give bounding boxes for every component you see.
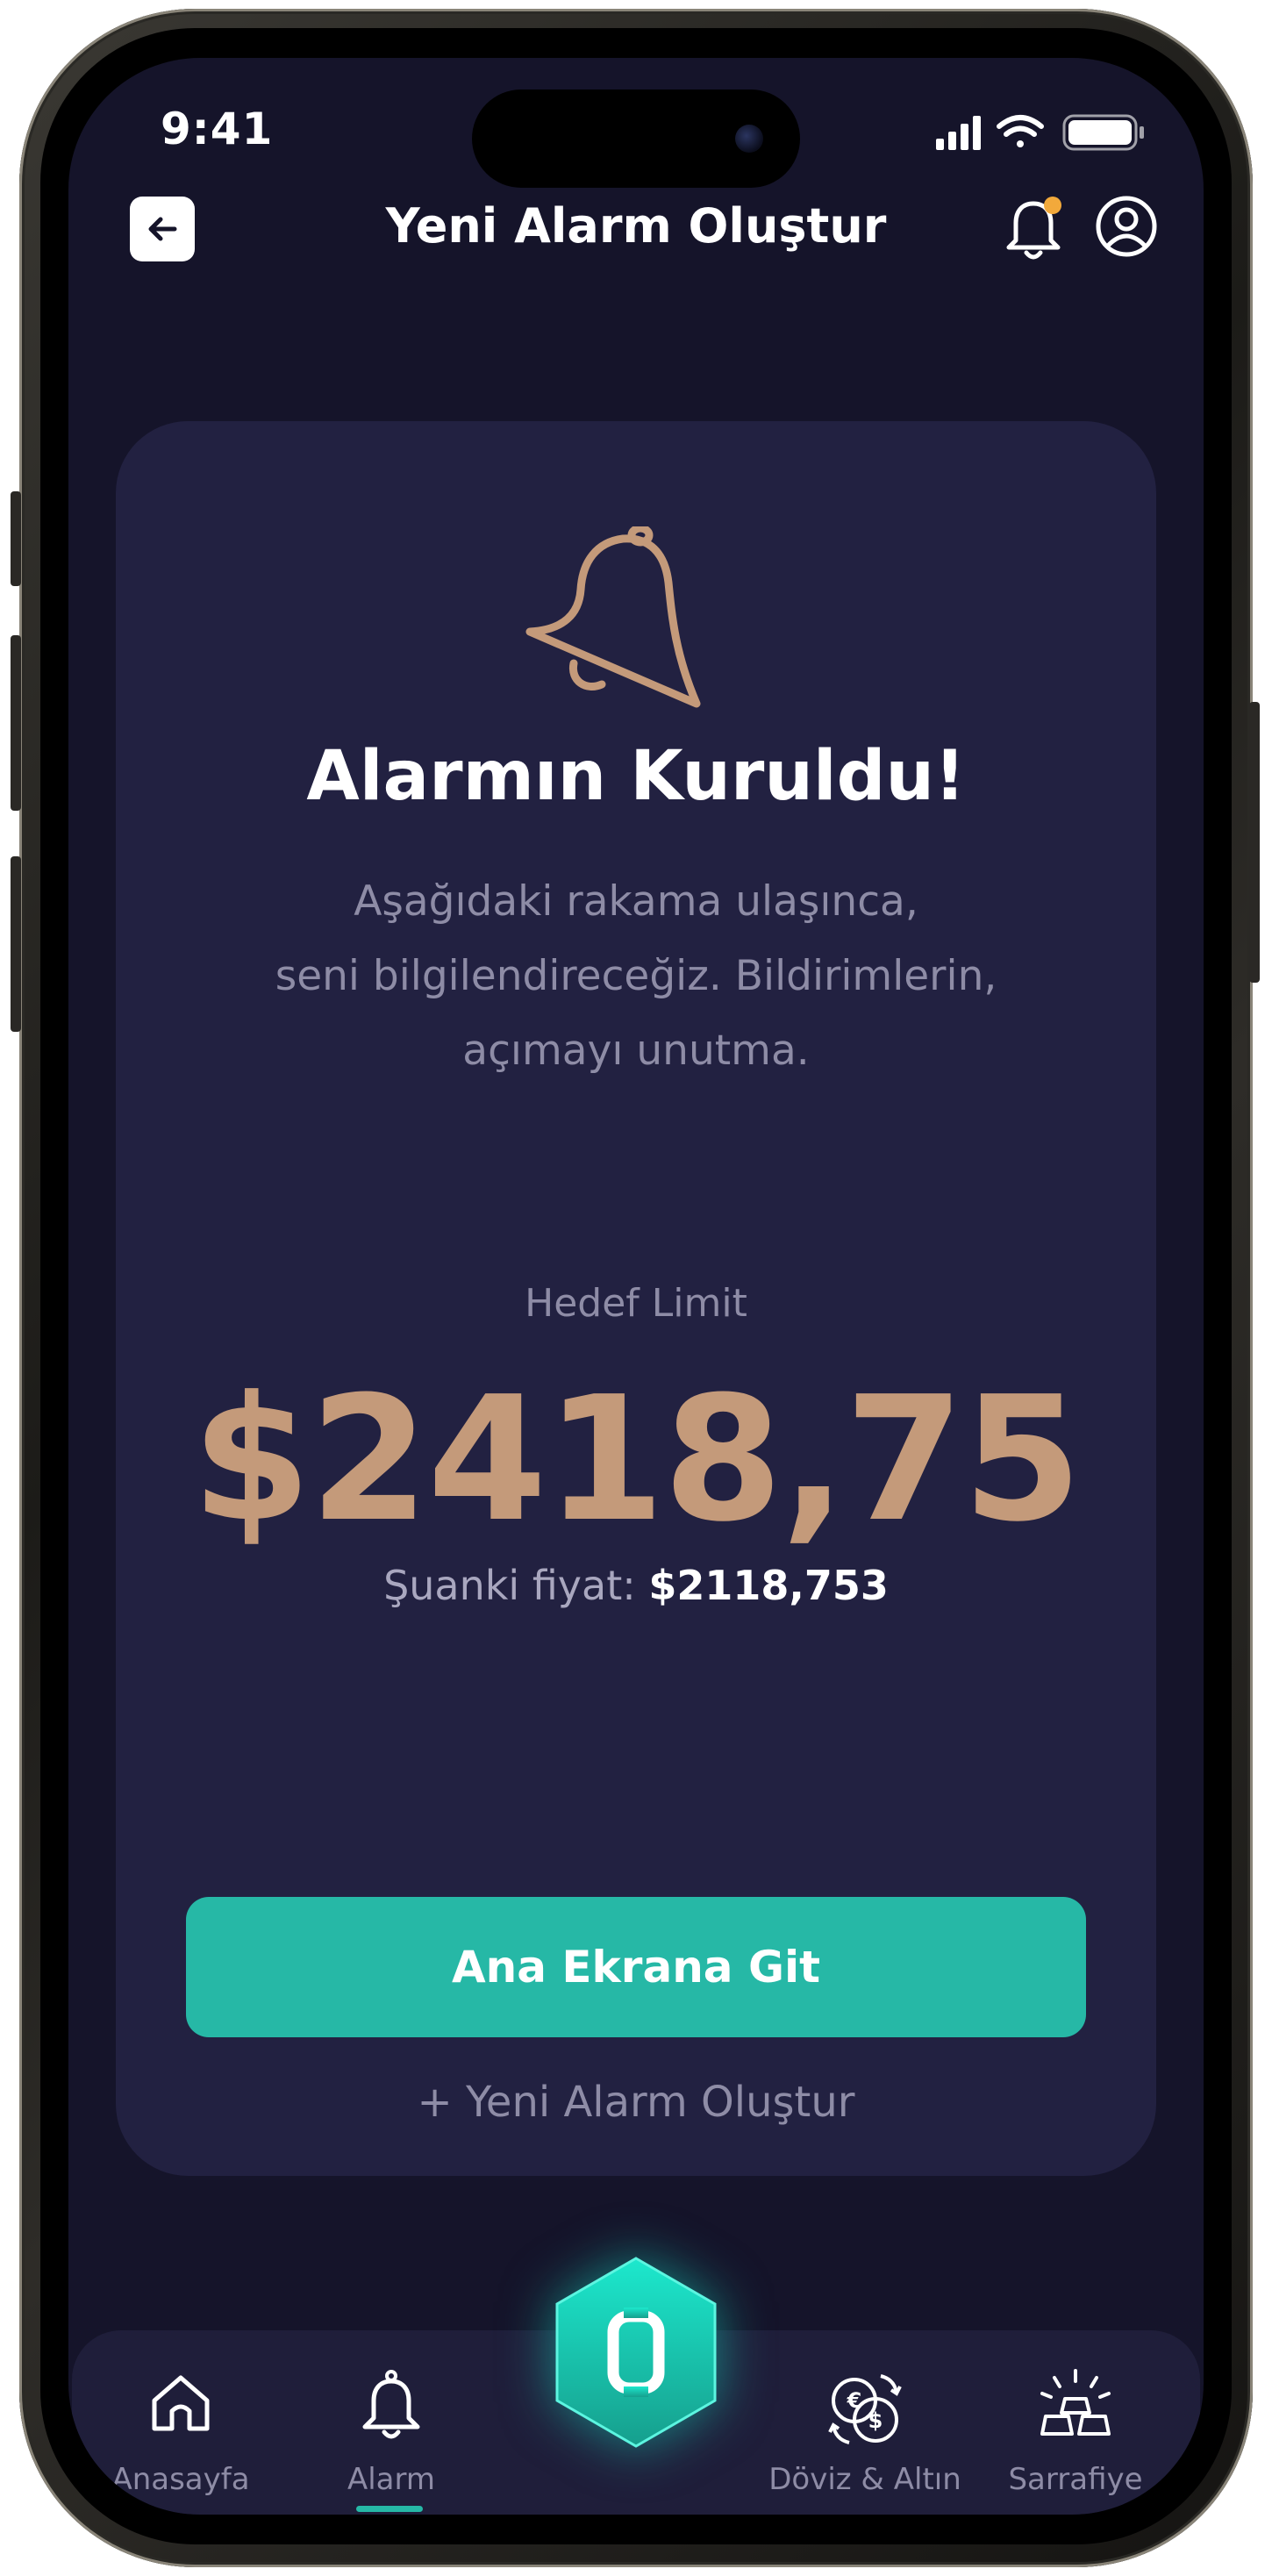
bell-icon (362, 2370, 420, 2439)
currency-exchange-icon: € $ (828, 2374, 902, 2444)
screen: 9:41 Yeni Alarm Oluştur Alarmın Kuruldu!… (68, 58, 1204, 2515)
go-home-button[interactable]: Ana Ekrana Git (186, 1897, 1086, 2037)
wifi-icon (997, 115, 1044, 147)
notification-dot (1044, 197, 1061, 214)
dynamic-island (472, 89, 800, 188)
front-camera (735, 125, 763, 153)
nav-label: Alarm (347, 2462, 436, 2497)
signal-icon (936, 116, 981, 150)
action-button (11, 491, 21, 586)
home-icon (152, 2375, 210, 2431)
description-line: Aşağıdaki rakama ulaşınca, (354, 877, 918, 926)
target-limit-value: $2418,75 (191, 1360, 1082, 1560)
power-button (1249, 702, 1260, 983)
svg-text:€: € (847, 2388, 862, 2413)
description-line: seni bilgilendireceğiz. Bildirimlerin, (275, 952, 997, 1000)
notification-bell-icon[interactable] (1000, 191, 1067, 265)
hexagon-logo-icon[interactable] (548, 2253, 724, 2451)
success-description: Aşağıdaki rakama ulaşınca, seni bilgilen… (204, 864, 1068, 1088)
nav-item-home[interactable]: Anasayfa (75, 2330, 286, 2506)
volume-up-button (11, 635, 21, 811)
nav-item-exchange[interactable]: € $ Döviz & Altın (760, 2330, 970, 2506)
target-limit-label: Hedef Limit (525, 1281, 747, 1326)
current-price-label: Şuanki fiyat: (383, 1562, 636, 1609)
nav-item-sarrafiye[interactable]: Sarrafiye (970, 2330, 1181, 2506)
nav-label: Anasayfa (111, 2462, 250, 2497)
alarm-success-card: Alarmın Kuruldu! Aşağıdaki rakama ulaşın… (116, 421, 1156, 2176)
svg-text:$: $ (868, 2408, 883, 2433)
success-title: Alarmın Kuruldu! (306, 737, 966, 816)
description-line: açımayı unutma. (462, 1027, 810, 1075)
new-alarm-link[interactable]: + Yeni Alarm Oluştur (116, 2078, 1156, 2127)
volume-down-button (11, 856, 21, 1032)
nav-label: Sarrafiye (1008, 2462, 1143, 2497)
status-time: 9:41 (161, 104, 274, 154)
current-price-row: Şuanki fiyat: $2118,753 (116, 1562, 1156, 1609)
nav-label: Döviz & Altın (768, 2462, 961, 2497)
active-tab-indicator (356, 2506, 423, 2512)
user-circle-icon[interactable] (1095, 195, 1158, 258)
page: 9:41 Yeni Alarm Oluştur Alarmın Kuruldu!… (0, 0, 1272, 2576)
current-price-value: $2118,753 (648, 1562, 889, 1609)
nav-item-alarm[interactable]: Alarm (286, 2330, 497, 2506)
status-icons (936, 114, 1144, 151)
battery-icon (1062, 114, 1144, 151)
gold-bars-icon (1040, 2369, 1111, 2436)
bell-icon (525, 526, 701, 708)
